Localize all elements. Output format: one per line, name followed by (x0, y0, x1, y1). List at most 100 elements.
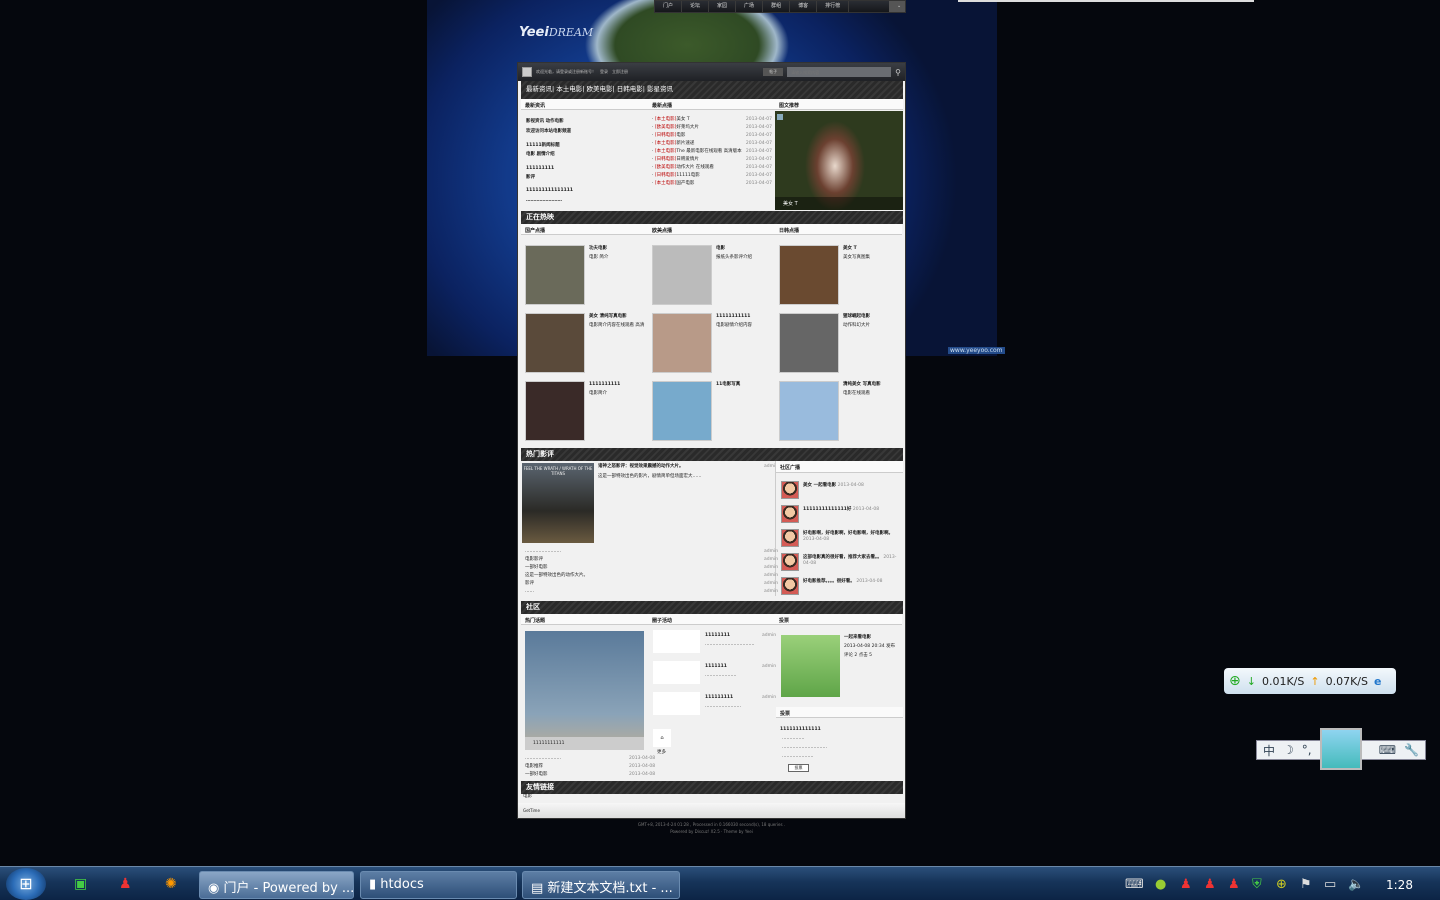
poll-option[interactable]: …………… (782, 736, 805, 742)
review-poster[interactable]: FEEL THE WRATH / WRATH OF THE TITANS (522, 463, 594, 543)
ie-icon[interactable]: e (1374, 675, 1381, 688)
keyboard-icon[interactable]: ⌨ (1379, 743, 1396, 757)
broadcast-post[interactable]: 11111111111111好 2013-04-08 (803, 507, 899, 513)
keyboard-tray-icon[interactable]: ⌨ (1125, 877, 1144, 892)
user-avatar[interactable] (781, 481, 799, 499)
nav-item[interactable]: 群组 (763, 1, 791, 12)
nav-item[interactable]: 论坛 (682, 1, 710, 12)
event-thumb[interactable] (653, 630, 700, 653)
movie-thumb[interactable] (652, 381, 712, 441)
event-title[interactable]: 11111111 (705, 633, 730, 639)
movie-thumb[interactable] (525, 245, 585, 305)
news-title[interactable]: 11111电影 (676, 173, 699, 178)
topic-item[interactable]: 一部好电影 (525, 772, 548, 778)
movie-thumb[interactable] (652, 245, 712, 305)
user-avatar[interactable] (781, 529, 799, 547)
review-list-item[interactable]: 电影影评 (525, 557, 543, 563)
news-left-item[interactable]: 影视资讯 动作电影 (526, 119, 564, 125)
movie-title[interactable]: 1111111111 (589, 382, 645, 388)
site-logo[interactable]: YeeiDREAM (519, 25, 593, 40)
news-left-item[interactable]: 电影 剧情介绍 (526, 152, 555, 158)
user-avatar[interactable] (781, 577, 799, 595)
movie-title[interactable]: 功夫电影 (589, 246, 645, 252)
review-list-author[interactable]: admin (764, 557, 778, 563)
news-list-item[interactable]: · [本土电影]新片速递 2013-04-07 (652, 141, 772, 147)
poll-submit-button[interactable]: 投票 (788, 764, 809, 772)
network-monitor[interactable]: ⊕ ↓ 0.01K/S ↑ 0.07K/S e (1224, 668, 1396, 694)
news-list-item[interactable]: · [日韩电影]11111电影 2013-04-07 (652, 173, 772, 179)
review-list-author[interactable]: admin (764, 573, 778, 579)
news-list-item[interactable]: · [日韩电影]电影 2013-04-07 (652, 133, 772, 139)
news-category-tag[interactable]: [日韩电影] (655, 133, 677, 138)
news-left-item[interactable]: 111111111 (526, 166, 554, 172)
event-more-icon[interactable]: ⌂ (653, 729, 671, 747)
news-category-tag[interactable]: [本土电影] (655, 181, 677, 186)
news-title[interactable]: 美女 T (676, 117, 689, 122)
task-browser[interactable]: ◉ 门户 - Powered by ... (199, 871, 354, 899)
news-left-item[interactable]: 欢迎访问本站电影频道 (526, 129, 571, 135)
news-title[interactable]: 日韩爱情片 (676, 157, 699, 162)
movie-title[interactable]: 11电影写真 (716, 382, 772, 388)
qq-icon[interactable]: ♟ (119, 876, 132, 892)
review-list-author[interactable]: admin (764, 565, 778, 571)
news-left-item[interactable]: 11111新闻标题 (526, 143, 560, 149)
news-title[interactable]: 动作大片 在线观看 (676, 165, 713, 170)
movie-title[interactable]: 美女 T (843, 246, 899, 252)
friend-link[interactable]: 电影 (523, 794, 532, 800)
news-left-item[interactable]: 111111111111111 (526, 188, 573, 194)
news-left-item[interactable]: …………………… (526, 198, 562, 204)
news-category-tag[interactable]: [日韩电影] (655, 157, 677, 162)
nav-more-button[interactable]: ⌄ (889, 1, 905, 12)
album-image[interactable] (781, 635, 840, 697)
news-title[interactable]: 好莱坞大片 (676, 125, 699, 130)
news-category-tag[interactable]: [欧美电影] (655, 165, 677, 170)
news-category-tag[interactable]: [本土电影] (655, 117, 677, 122)
moon-icon[interactable]: ☽ (1283, 743, 1294, 757)
news-category-tag[interactable]: [日韩电影] (655, 173, 677, 178)
review-list-item[interactable]: …………………… (525, 549, 561, 555)
news-list-item[interactable]: · [本土电影]美女 T 2013-04-07 (652, 117, 772, 123)
review-list-author[interactable]: admin (764, 589, 778, 595)
movie-title[interactable]: 猩球崛起电影 (843, 314, 899, 320)
ime-lang-toggle[interactable]: 中 (1263, 742, 1275, 759)
event-title[interactable]: 111111111 (705, 695, 733, 701)
user-avatar[interactable] (781, 553, 799, 571)
news-list-item[interactable]: · [本土电影]The 最新电影在线观看 高清版本 2013-04-07 (652, 149, 772, 155)
album-title[interactable]: 一起来看电影 (844, 635, 871, 641)
nav-item[interactable]: 家园 (709, 1, 737, 12)
topic-item[interactable]: 电影推荐 (525, 764, 543, 770)
movie-title[interactable]: 清纯美女 写真电影 (843, 382, 899, 388)
review-list-item[interactable]: 一部好电影 (525, 565, 548, 571)
review-list-item[interactable]: 这是一部特效出色的动作大片。 (525, 573, 588, 579)
ime-skin-avatar[interactable] (1320, 728, 1362, 770)
event-thumb[interactable] (653, 661, 700, 684)
pinwheel-icon[interactable]: ✺ (165, 876, 177, 892)
review-list-author[interactable]: admin (764, 549, 778, 555)
login-link[interactable]: 登录 (600, 69, 608, 75)
news-left-item[interactable]: 影评 (526, 175, 535, 181)
review-list-item[interactable]: 影评 (525, 581, 534, 587)
volume-icon[interactable]: 🔈 (1348, 877, 1364, 892)
punct-icon[interactable]: °, (1302, 743, 1312, 757)
movie-thumb[interactable] (779, 245, 839, 305)
network-icon[interactable]: ▭ (1324, 877, 1336, 892)
search-input[interactable] (787, 67, 892, 77)
news-title[interactable]: 电影 (676, 133, 685, 138)
slideshow-image[interactable]: 美女 T (775, 111, 903, 210)
clock[interactable]: 1:28 (1386, 878, 1413, 892)
monitor-icon[interactable]: ▣ (74, 876, 87, 892)
review-list-item[interactable]: …… (525, 589, 534, 595)
news-bar[interactable]: 最新资讯| 本土电影| 欧美电影| 日韩电影| 影星资讯 (521, 81, 903, 99)
event-title[interactable]: 1111111 (705, 664, 727, 670)
news-list-item[interactable]: · [欧美电影]动作大片 在线观看 2013-04-07 (652, 165, 772, 171)
news-title[interactable]: 国产电影 (676, 181, 694, 186)
qq-tray-icon[interactable]: ♟ (1204, 877, 1216, 892)
event-thumb[interactable] (653, 692, 700, 715)
movie-title[interactable]: 电影 (716, 246, 772, 252)
community-photo[interactable]: 11111111111 (525, 631, 644, 750)
movie-thumb[interactable] (779, 381, 839, 441)
broadcast-post[interactable]: 美女 一起看电影 2013-04-08 (803, 483, 899, 489)
review-list-author[interactable]: admin (764, 581, 778, 587)
nav-item[interactable]: 门户 (655, 1, 683, 12)
qq-tray-icon[interactable]: ♟ (1228, 877, 1240, 892)
